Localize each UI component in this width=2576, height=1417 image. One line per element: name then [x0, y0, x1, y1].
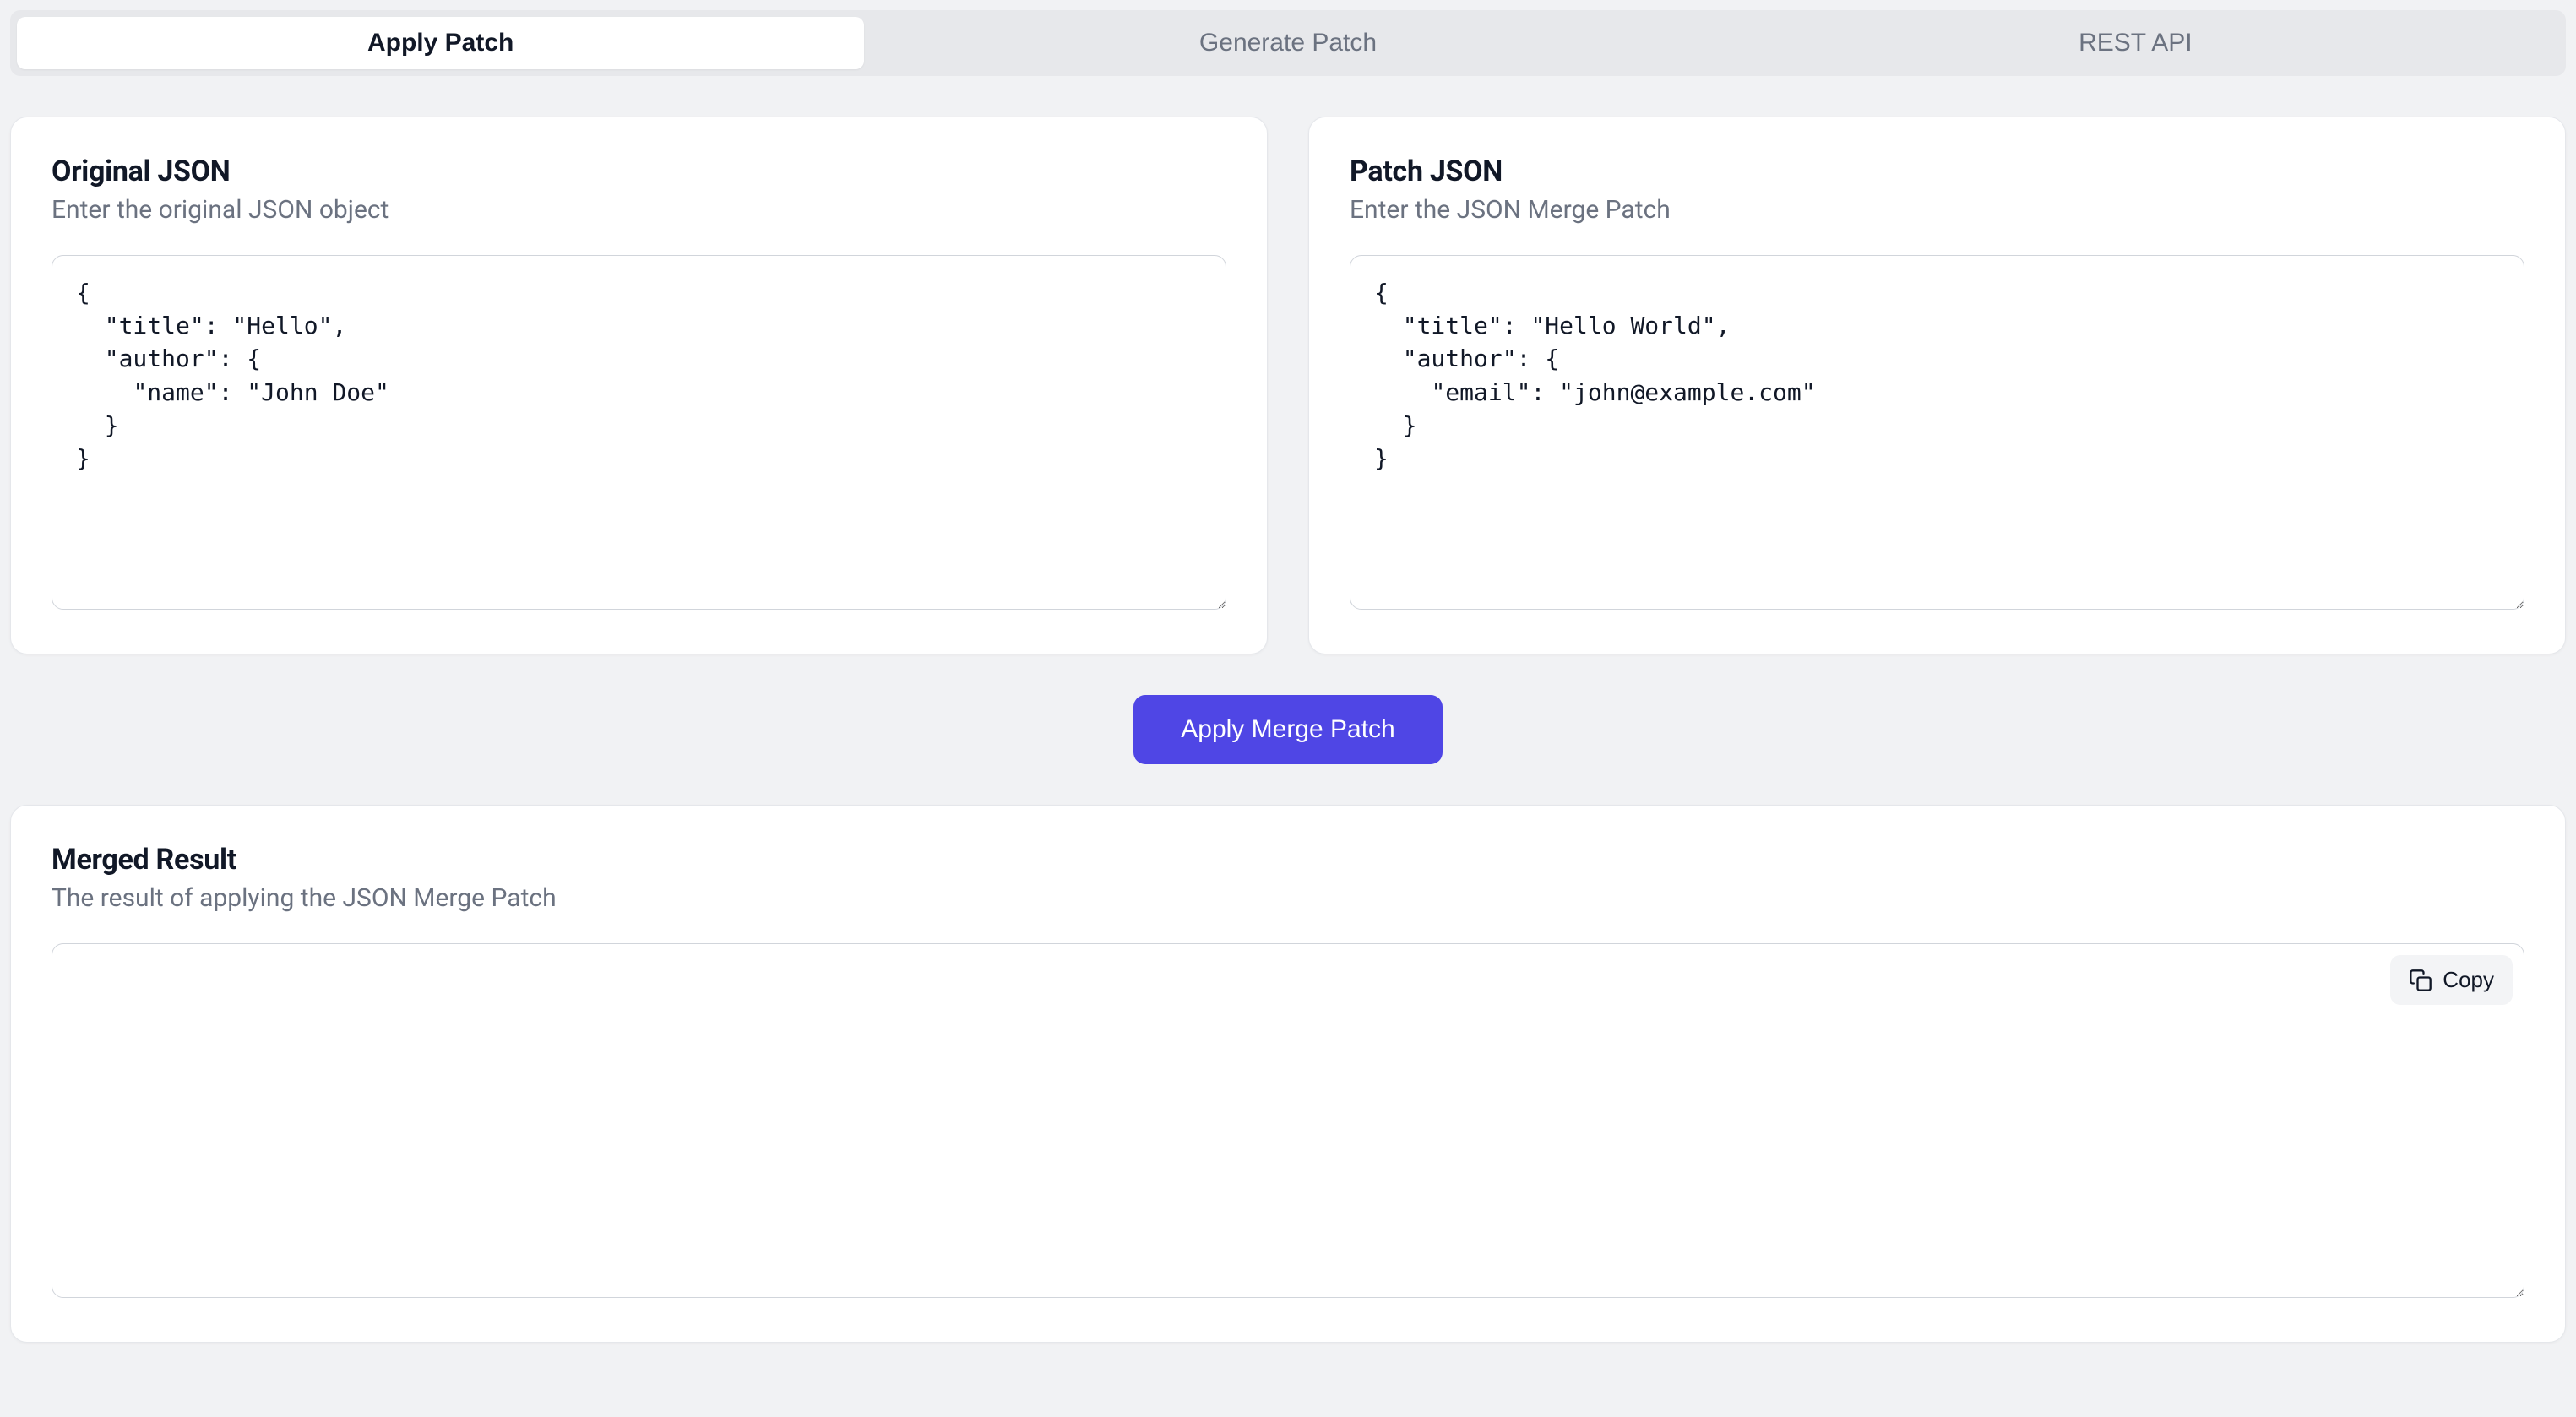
copy-button[interactable]: Copy	[2390, 955, 2513, 1005]
copy-button-label: Copy	[2443, 967, 2494, 993]
original-json-title: Original JSON	[52, 155, 1226, 188]
original-json-subtitle: Enter the original JSON object	[52, 195, 1226, 225]
patch-json-title: Patch JSON	[1350, 155, 2524, 188]
patch-json-input[interactable]	[1350, 255, 2524, 610]
tabs-container: Apply Patch Generate Patch REST API	[10, 10, 2566, 76]
copy-icon	[2409, 969, 2432, 992]
result-textarea-wrapper: Copy	[52, 943, 2524, 1301]
tab-apply-patch[interactable]: Apply Patch	[17, 17, 864, 69]
tab-generate-patch[interactable]: Generate Patch	[864, 17, 1711, 69]
original-json-panel: Original JSON Enter the original JSON ob…	[10, 117, 1268, 654]
merged-result-panel: Merged Result The result of applying the…	[10, 805, 2566, 1343]
patch-json-subtitle: Enter the JSON Merge Patch	[1350, 195, 2524, 225]
input-panels-row: Original JSON Enter the original JSON ob…	[10, 117, 2566, 654]
apply-merge-patch-button[interactable]: Apply Merge Patch	[1133, 695, 1442, 764]
merged-result-subtitle: The result of applying the JSON Merge Pa…	[52, 883, 2524, 913]
original-json-input[interactable]	[52, 255, 1226, 610]
merged-result-output[interactable]	[52, 943, 2524, 1298]
action-row: Apply Merge Patch	[10, 695, 2566, 764]
tab-rest-api[interactable]: REST API	[1712, 17, 2559, 69]
patch-json-panel: Patch JSON Enter the JSON Merge Patch	[1308, 117, 2566, 654]
merged-result-title: Merged Result	[52, 843, 2524, 877]
